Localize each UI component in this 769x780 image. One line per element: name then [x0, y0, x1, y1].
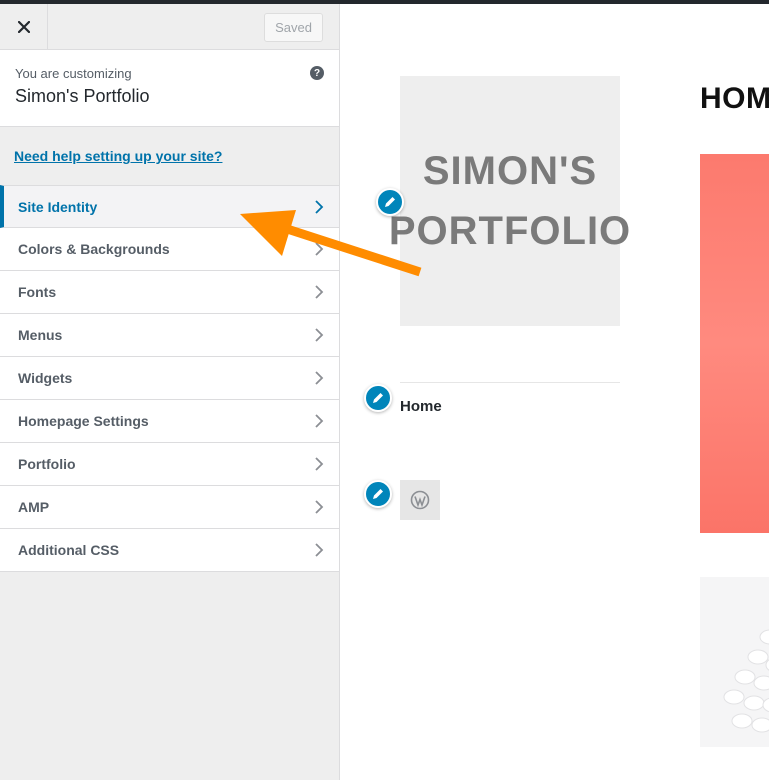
menu-item-label: Additional CSS	[18, 542, 120, 558]
menu-item-label: Homepage Settings	[18, 413, 149, 429]
chevron-right-icon	[315, 199, 324, 214]
edit-site-identity-button[interactable]	[376, 188, 404, 216]
page-heading: HOME	[700, 82, 769, 115]
chevron-right-icon	[315, 457, 324, 471]
customize-info-panel: You are customizing Simon's Portfolio ?	[0, 50, 339, 127]
menu-item-homepage-settings[interactable]: Homepage Settings	[0, 400, 339, 443]
portfolio-image[interactable]	[700, 577, 769, 747]
menu-item-label: Site Identity	[18, 198, 98, 215]
menu-item-label: Widgets	[18, 370, 73, 386]
sidebar-header: Saved	[0, 4, 339, 50]
menu-item-widgets[interactable]: Widgets	[0, 357, 339, 400]
menu-item-site-identity[interactable]: Site Identity	[0, 185, 339, 228]
menu-item-label: Fonts	[18, 284, 57, 300]
hero-image[interactable]	[700, 154, 769, 533]
menu-item-colors-backgrounds[interactable]: Colors & Backgrounds	[0, 228, 339, 271]
menu-item-label: Portfolio	[18, 456, 76, 472]
eggs-image	[723, 629, 769, 733]
menu-item-label: AMP	[18, 499, 50, 515]
chevron-right-icon	[315, 371, 324, 385]
question-icon[interactable]: ?	[310, 66, 324, 80]
customizer-menu: Site Identity Colors & Backgrounds Fonts…	[0, 185, 339, 572]
close-button[interactable]	[0, 4, 48, 50]
menu-item-label: Menus	[18, 327, 63, 343]
site-title: Simon's Portfolio	[15, 86, 150, 106]
logo-line: PORTFOLIO	[388, 209, 632, 253]
edit-menu-button[interactable]	[364, 384, 392, 412]
chevron-right-icon	[315, 543, 324, 557]
menu-item-label: Colors & Backgrounds	[18, 241, 170, 257]
chevron-right-icon	[315, 414, 324, 428]
customizing-label: You are customizing	[15, 66, 132, 81]
pencil-icon	[385, 197, 395, 207]
chevron-right-icon	[315, 328, 324, 342]
help-link-container: Need help setting up your site?	[0, 127, 339, 185]
menu-item-additional-css[interactable]: Additional CSS	[0, 529, 339, 572]
chevron-right-icon	[315, 242, 324, 256]
site-preview: SIMON'S PORTFOLIO Home HOME	[341, 4, 769, 780]
chevron-right-icon	[315, 500, 324, 514]
site-logo[interactable]: SIMON'S PORTFOLIO	[389, 76, 630, 326]
menu-item-portfolio[interactable]: Portfolio	[0, 443, 339, 486]
nav-link-home[interactable]: Home	[400, 398, 442, 415]
pencil-icon	[373, 393, 383, 403]
close-icon	[17, 21, 30, 33]
menu-item-fonts[interactable]: Fonts	[0, 271, 339, 314]
menu-item-amp[interactable]: AMP	[0, 486, 339, 529]
saved-button[interactable]: Saved	[264, 13, 323, 42]
menu-item-menus[interactable]: Menus	[0, 314, 339, 357]
logo-text: SIMON'S PORTFOLIO	[389, 141, 631, 261]
wordpress-icon	[410, 490, 430, 510]
help-setup-link[interactable]: Need help setting up your site?	[14, 148, 222, 164]
customizer-sidebar: Saved You are customizing Simon's Portfo…	[0, 4, 340, 780]
logo-line: SIMON'S	[422, 149, 598, 193]
edit-widget-button[interactable]	[364, 480, 392, 508]
nav-divider	[400, 382, 620, 383]
chevron-right-icon	[315, 285, 324, 299]
pencil-icon	[373, 489, 383, 499]
wordpress-widget[interactable]	[400, 480, 440, 520]
